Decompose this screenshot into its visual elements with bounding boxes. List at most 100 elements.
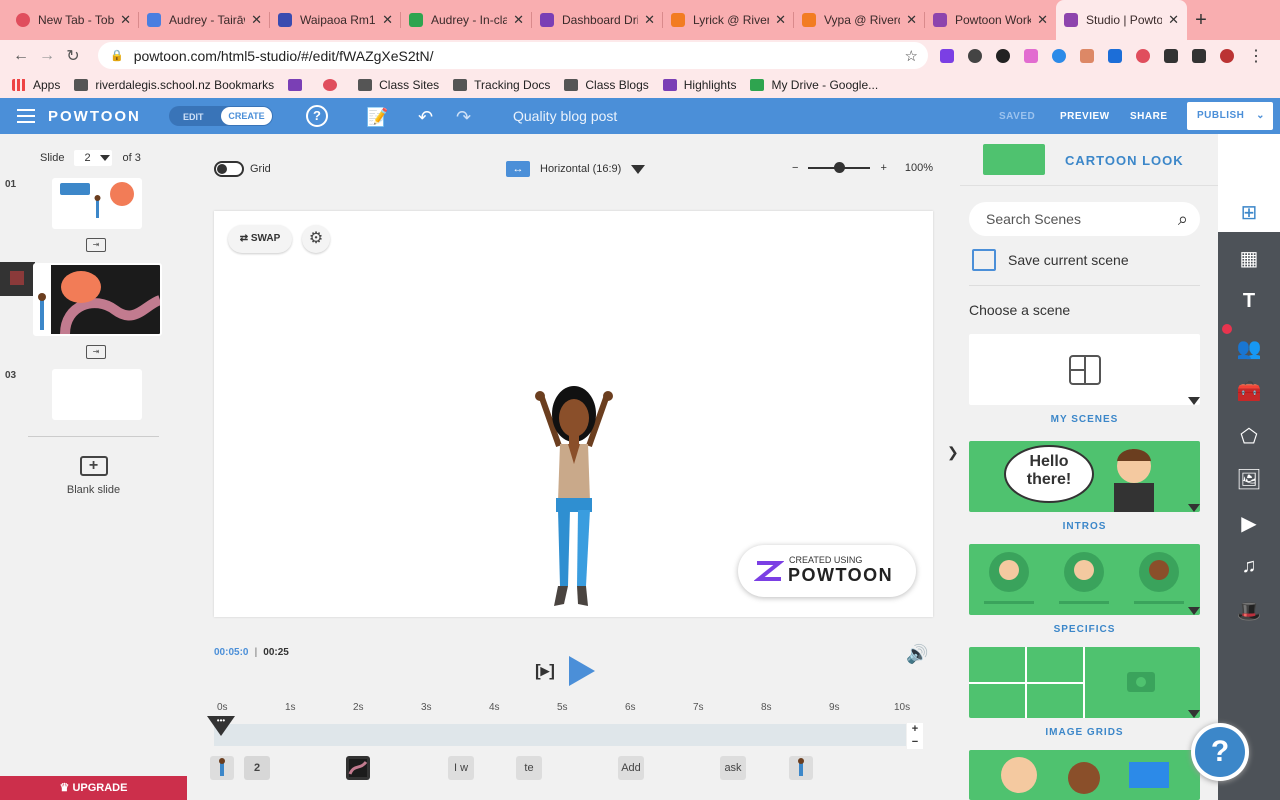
slide-thumbnail-2[interactable] — [33, 263, 162, 336]
forward-arrow-icon[interactable]: → — [34, 47, 60, 65]
mode-create[interactable]: CREATE — [221, 107, 272, 125]
close-tab-icon[interactable]: ✕ — [1168, 12, 1179, 28]
scene-card-image-grids[interactable] — [969, 647, 1200, 718]
search-scenes-input[interactable]: Search Scenes ⌕ — [969, 202, 1200, 236]
chevron-down-icon[interactable] — [1188, 710, 1200, 718]
redo-icon[interactable]: ↷ — [456, 107, 471, 128]
upgrade-button[interactable]: ♛ UPGRADE — [0, 776, 187, 800]
special-fx-icon[interactable]: 🎩 — [1218, 599, 1280, 624]
props-icon[interactable]: 🧰 — [1218, 379, 1280, 404]
browser-tab[interactable]: Powtoon Work ✕ — [925, 0, 1056, 40]
extension-icon[interactable] — [940, 49, 954, 63]
new-tab-button[interactable]: + — [1187, 0, 1215, 40]
scenes-layout-icon[interactable]: ⊞ — [1218, 200, 1280, 225]
close-tab-icon[interactable]: ✕ — [251, 12, 262, 28]
scene-card-more[interactable] — [969, 750, 1200, 800]
url-input[interactable]: 🔒 powtoon.com/html5-studio/#/edit/fWAZgX… — [98, 42, 928, 69]
close-tab-icon[interactable]: ✕ — [906, 12, 917, 28]
video-icon[interactable]: ▶ — [1218, 511, 1280, 536]
slide-select[interactable]: 2 — [74, 150, 113, 166]
extension-icon[interactable] — [1080, 49, 1094, 63]
browser-tab[interactable]: Waipaoa Rm1 C✕ — [270, 0, 401, 40]
cartoon-character[interactable] — [514, 376, 634, 611]
document-title[interactable]: Quality blog post — [513, 108, 617, 124]
scene-card-intros[interactable]: Hello there! — [969, 441, 1200, 512]
bookmark-folder[interactable]: riverdalegis.school.nz Bookmarks — [74, 78, 274, 92]
zoom-in-button[interactable]: + — [880, 162, 886, 174]
scene-card-my-scenes[interactable] — [969, 334, 1200, 405]
timeline-element[interactable] — [346, 756, 370, 780]
browser-tab[interactable]: Audrey - Tairāw ✕ — [139, 0, 270, 40]
mode-toggle[interactable]: EDIT CREATE — [169, 106, 273, 126]
extension-icon[interactable] — [1052, 49, 1066, 63]
timeline-element[interactable]: 2 — [244, 756, 270, 780]
chevron-down-icon[interactable] — [1188, 504, 1200, 512]
share-button[interactable]: SHARE — [1130, 111, 1168, 122]
timeline-element[interactable]: ask — [720, 756, 746, 780]
chevron-down-icon[interactable] — [1188, 397, 1200, 405]
slide-thumbnail-1[interactable] — [52, 178, 142, 229]
text-icon[interactable]: T — [1218, 290, 1280, 313]
save-scene-button[interactable]: Save current scene — [972, 249, 1129, 271]
browser-tab[interactable]: New Tab - Toby ✕ — [8, 0, 139, 40]
extension-icon[interactable] — [996, 49, 1010, 63]
zoom-slider[interactable] — [808, 162, 871, 173]
characters-icon[interactable]: 👥 — [1218, 336, 1280, 361]
close-tab-icon[interactable]: ✕ — [644, 12, 655, 28]
bookmark-folder[interactable]: Tracking Docs — [453, 78, 550, 92]
extension-icon[interactable] — [968, 49, 982, 63]
notes-icon[interactable]: 📝 — [366, 107, 388, 128]
menu-dots-icon[interactable]: ⋮ — [1248, 46, 1264, 66]
browser-tab[interactable]: Lyrick @ Riverd ✕ — [663, 0, 794, 40]
close-tab-icon[interactable]: ✕ — [513, 12, 524, 28]
close-tab-icon[interactable]: ✕ — [1037, 12, 1048, 28]
browser-tab[interactable]: Audrey - In-cla ✕ — [401, 0, 532, 40]
star-icon[interactable]: ☆ — [905, 47, 918, 65]
reload-icon[interactable]: ↻ — [60, 46, 86, 66]
undo-icon[interactable]: ↶ — [418, 107, 433, 128]
collapse-right-icon[interactable]: ❯ — [947, 444, 959, 461]
browser-tab[interactable]: Dashboard Dri ✕ — [532, 0, 663, 40]
timeline-track[interactable] — [214, 724, 906, 746]
timeline-element[interactable] — [789, 756, 813, 780]
timeline-element[interactable]: I w — [448, 756, 474, 780]
swap-button[interactable]: ⇄ SWAP — [228, 225, 292, 253]
help-fab-button[interactable]: ? — [1191, 723, 1249, 781]
settings-gear-icon[interactable]: ⚙ — [302, 225, 330, 253]
timeline-element[interactable] — [210, 756, 234, 780]
shapes-icon[interactable]: ⬠ — [1218, 424, 1280, 449]
timeline-zoom-out[interactable]: − — [907, 736, 923, 749]
bookmark-apps[interactable]: Apps — [12, 78, 60, 92]
slide-canvas[interactable]: ⇄ SWAP ⚙ CREATED USING POWTOON — [214, 211, 933, 617]
browser-tab-active[interactable]: Studio | Powto ✕ — [1056, 0, 1187, 40]
aspect-ratio-select[interactable]: ↔ Horizontal (16:9) — [506, 161, 646, 177]
extension-icon[interactable] — [1108, 49, 1122, 63]
zoom-out-button[interactable]: − — [792, 162, 798, 174]
volume-icon[interactable]: 🔊 — [906, 644, 928, 665]
grid-toggle[interactable]: Grid — [214, 161, 271, 177]
search-icon[interactable]: ⌕ — [1178, 202, 1188, 236]
publish-button[interactable]: PUBLISH ⌄ — [1187, 102, 1273, 130]
back-arrow-icon[interactable]: ← — [8, 47, 34, 65]
chevron-down-icon[interactable] — [1188, 607, 1200, 615]
transition-icon[interactable]: ⇥ — [86, 345, 106, 359]
music-icon[interactable]: ♫ — [1218, 555, 1280, 578]
background-pattern-icon[interactable]: ▦ — [1218, 246, 1280, 271]
timeline-zoom-in[interactable]: + — [907, 723, 923, 736]
preview-button[interactable]: PREVIEW — [1060, 111, 1110, 122]
bookmark-item[interactable] — [323, 79, 344, 91]
slide-thumbnail-3[interactable] — [52, 369, 142, 420]
toggle-switch[interactable] — [214, 161, 244, 177]
bookmark-item[interactable]: My Drive - Google... — [750, 78, 878, 92]
help-button[interactable]: ? — [306, 105, 328, 127]
extension-icon[interactable] — [1024, 49, 1038, 63]
timeline-element[interactable]: Add — [618, 756, 644, 780]
scene-card-specifics[interactable] — [969, 544, 1200, 615]
puzzle-icon[interactable] — [1192, 49, 1206, 63]
browser-tab[interactable]: Vypa @ Riverd ✕ — [794, 0, 925, 40]
play-slide-icon[interactable]: [▸] — [535, 661, 555, 681]
extension-icon[interactable] — [1164, 49, 1178, 63]
play-icon[interactable] — [568, 656, 595, 686]
avatar[interactable] — [1220, 49, 1234, 63]
transition-icon[interactable]: ⇥ — [86, 238, 106, 252]
